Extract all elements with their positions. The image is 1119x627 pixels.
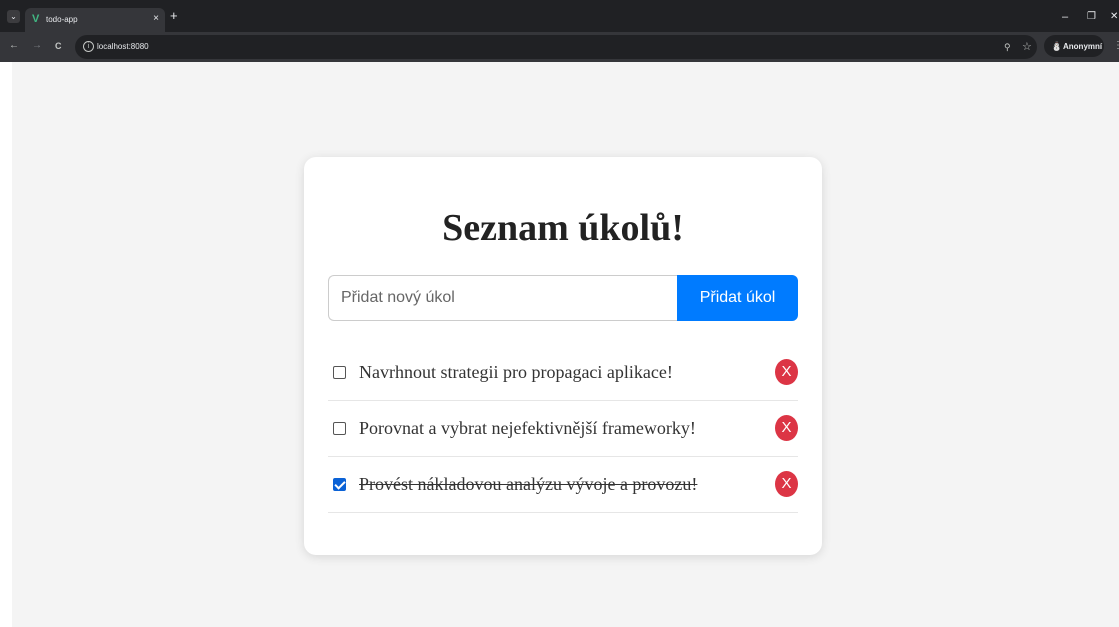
tab-search-icon[interactable]: ⌄ xyxy=(7,10,20,23)
window-close-icon[interactable]: ✕ xyxy=(1110,11,1118,23)
address-bar[interactable]: i localhost:8080 ⚲ ☆ xyxy=(75,35,1037,59)
add-task-form: Přidat úkol xyxy=(328,275,798,321)
profile-button[interactable]: ⛄ Anonymní xyxy=(1044,35,1104,57)
tab-close-icon[interactable]: × xyxy=(153,13,159,25)
browser-toolbar: ← → C i localhost:8080 ⚲ ☆ xyxy=(0,32,1119,62)
page-title: Seznam úkolů! xyxy=(442,207,684,249)
browser-chrome: ⌄ V todo-app × + – ❐ ✕ ← → C i localhost… xyxy=(0,0,1119,62)
bookmark-star-icon[interactable]: ☆ xyxy=(1022,40,1032,54)
tab-strip: ⌄ V todo-app × + – ❐ ✕ xyxy=(0,0,1119,32)
reload-icon[interactable]: C xyxy=(55,40,62,52)
tab-todo-app[interactable]: V todo-app × xyxy=(25,8,165,32)
page-viewport: Seznam úkolů! Přidat úkol Navrhnout stra… xyxy=(12,62,1119,627)
task-item: Navrhnout strategii pro propagaci aplika… xyxy=(328,345,798,401)
task-checkbox[interactable] xyxy=(333,422,346,435)
task-text-completed: Provést nákladovou analýzu vývoje a prov… xyxy=(359,474,698,494)
zoom-icon[interactable]: ⚲ xyxy=(1004,42,1011,52)
task-text: Navrhnout strategii pro propagaci aplika… xyxy=(359,362,673,382)
task-item: Porovnat a vybrat nejefektivnější framew… xyxy=(328,401,798,457)
new-tab-icon[interactable]: + xyxy=(170,9,178,23)
profile-label: Anonymní xyxy=(1063,42,1103,51)
forward-icon[interactable]: → xyxy=(32,40,42,52)
vue-logo-icon: V xyxy=(32,13,40,25)
minimize-icon[interactable]: – xyxy=(1062,11,1068,23)
tab-title: todo-app xyxy=(46,15,78,24)
add-task-button[interactable]: Přidat úkol xyxy=(677,275,798,321)
task-item: Provést nákladovou analýzu vývoje a prov… xyxy=(328,457,798,513)
delete-task-button[interactable]: X xyxy=(775,471,798,497)
delete-task-button[interactable]: X xyxy=(775,415,798,441)
back-icon[interactable]: ← xyxy=(9,40,19,52)
task-checkbox[interactable] xyxy=(333,366,346,379)
incognito-icon: ⛄ xyxy=(1051,41,1063,51)
new-task-input[interactable] xyxy=(328,275,678,321)
task-checkbox-checked[interactable] xyxy=(333,478,346,491)
task-text: Porovnat a vybrat nejefektivnější framew… xyxy=(359,418,696,438)
site-info-icon[interactable]: i xyxy=(83,41,94,52)
restore-icon[interactable]: ❐ xyxy=(1087,11,1096,23)
delete-task-button[interactable]: X xyxy=(775,359,798,385)
task-list: Navrhnout strategii pro propagaci aplika… xyxy=(328,345,798,513)
browser-menu-icon[interactable]: ⋮ xyxy=(1113,40,1119,52)
url-text[interactable]: localhost:8080 xyxy=(97,41,149,53)
todo-card: Seznam úkolů! Přidat úkol Navrhnout stra… xyxy=(304,157,822,555)
